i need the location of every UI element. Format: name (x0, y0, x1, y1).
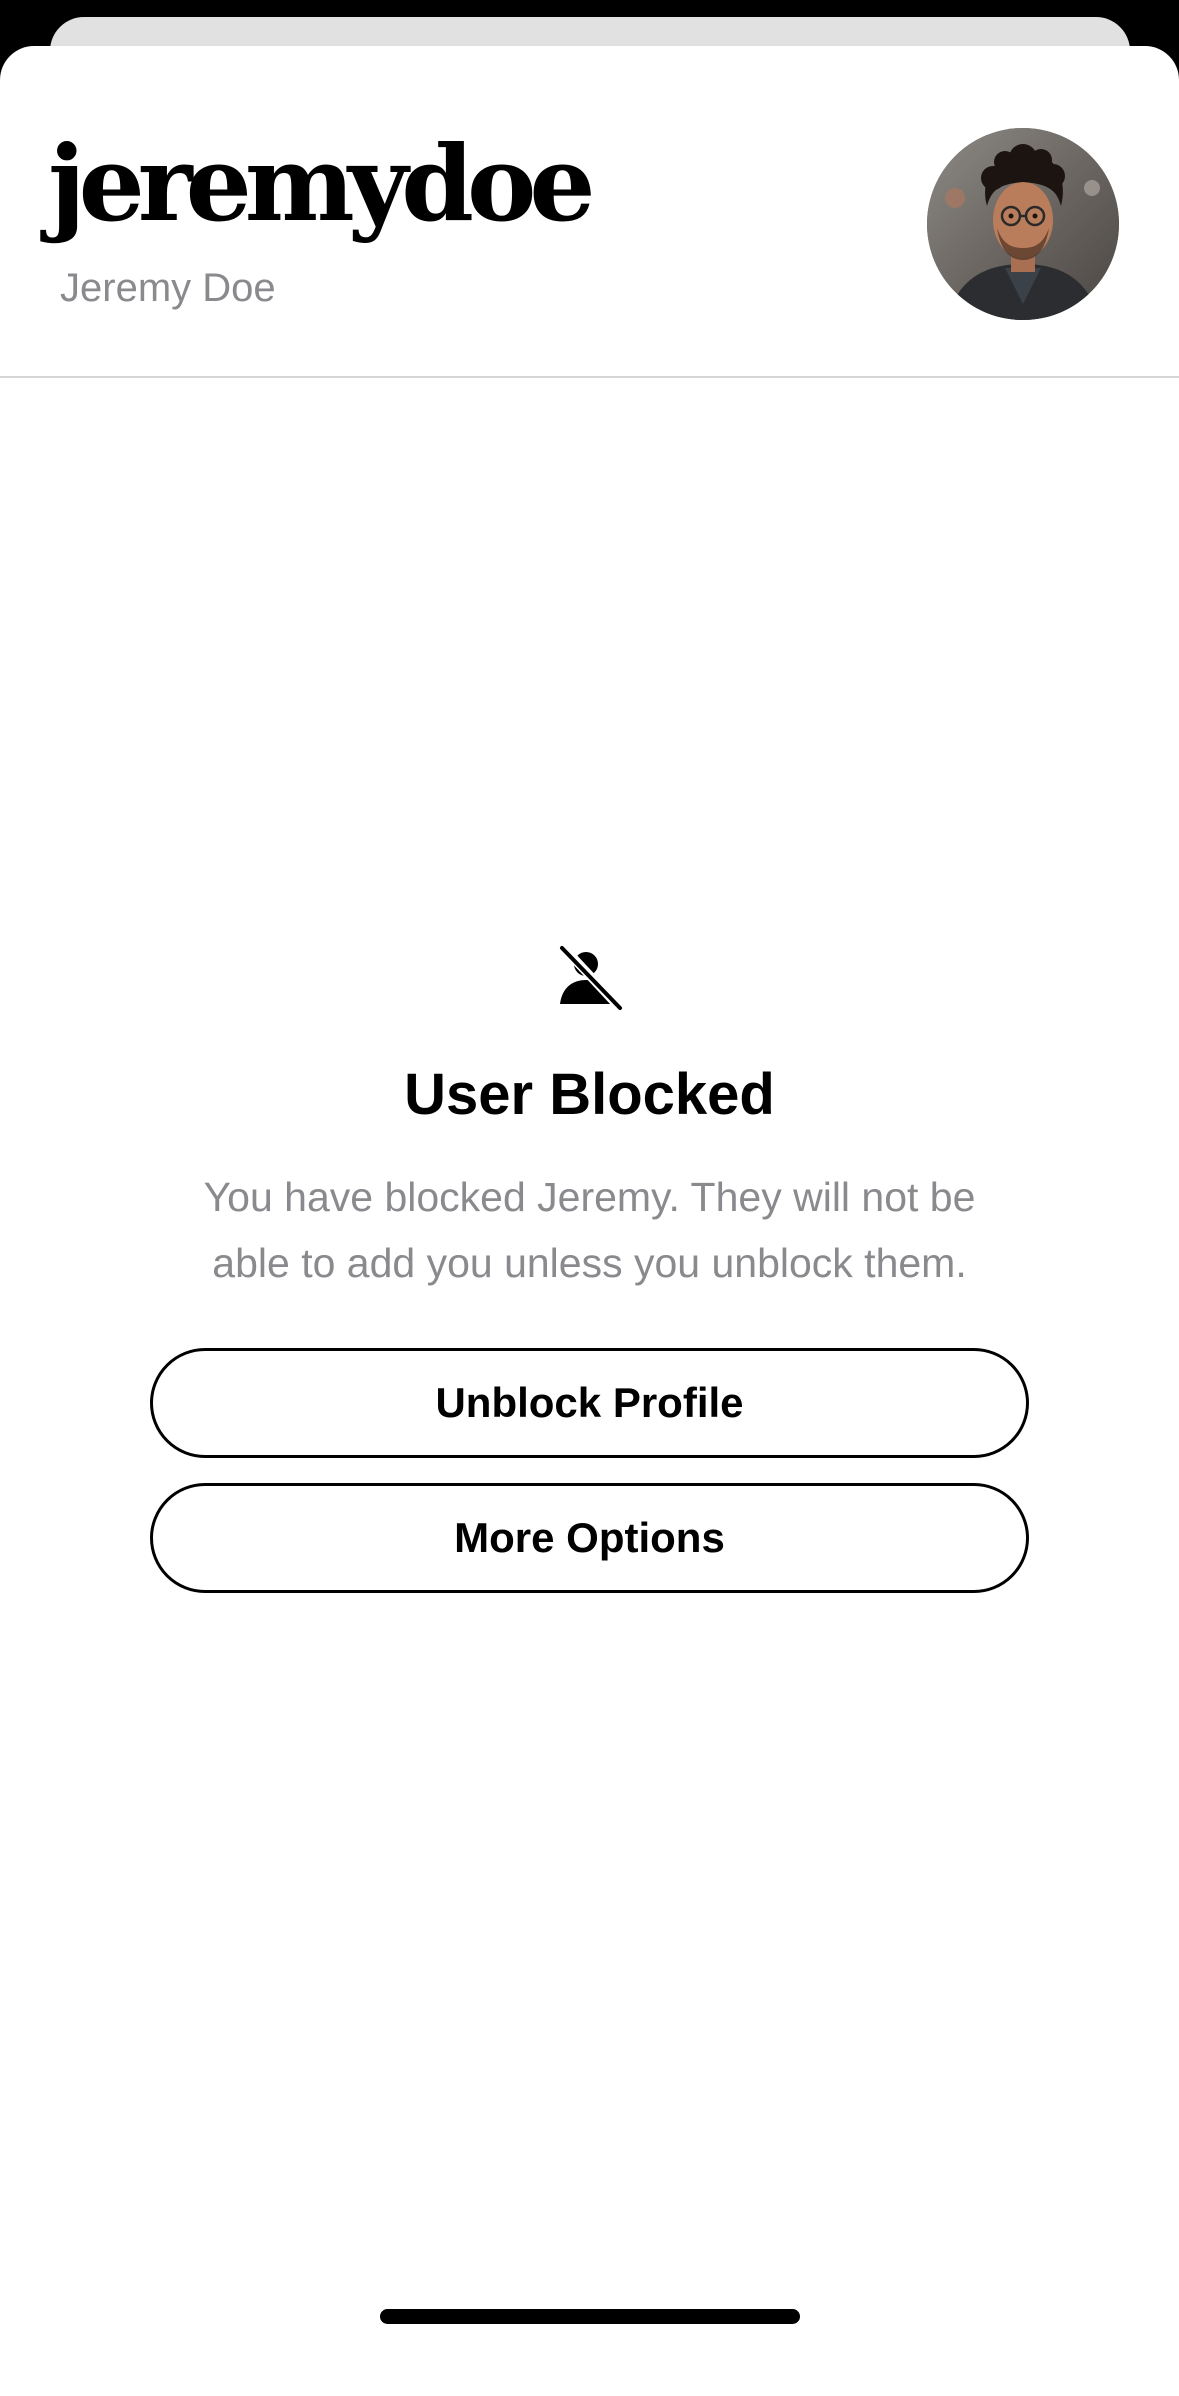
blocked-title: User Blocked (404, 1062, 775, 1127)
avatar[interactable] (927, 128, 1119, 320)
avatar-photo-icon (927, 128, 1119, 320)
unblock-profile-button[interactable]: Unblock Profile (150, 1348, 1029, 1458)
display-name: Jeremy Doe (60, 266, 276, 310)
profile-header: jeremydoe Jeremy Doe (0, 46, 1179, 376)
person-slash-icon (556, 944, 624, 1012)
more-options-button[interactable]: More Options (150, 1483, 1029, 1593)
home-indicator[interactable] (380, 2309, 800, 2324)
header-divider (0, 376, 1179, 378)
screen: jeremydoe Jeremy Doe User Blocked You ha… (0, 0, 1179, 2396)
username-title: jeremydoe (48, 122, 595, 245)
blocked-message: You have blocked Jeremy. They will not b… (203, 1174, 976, 1286)
